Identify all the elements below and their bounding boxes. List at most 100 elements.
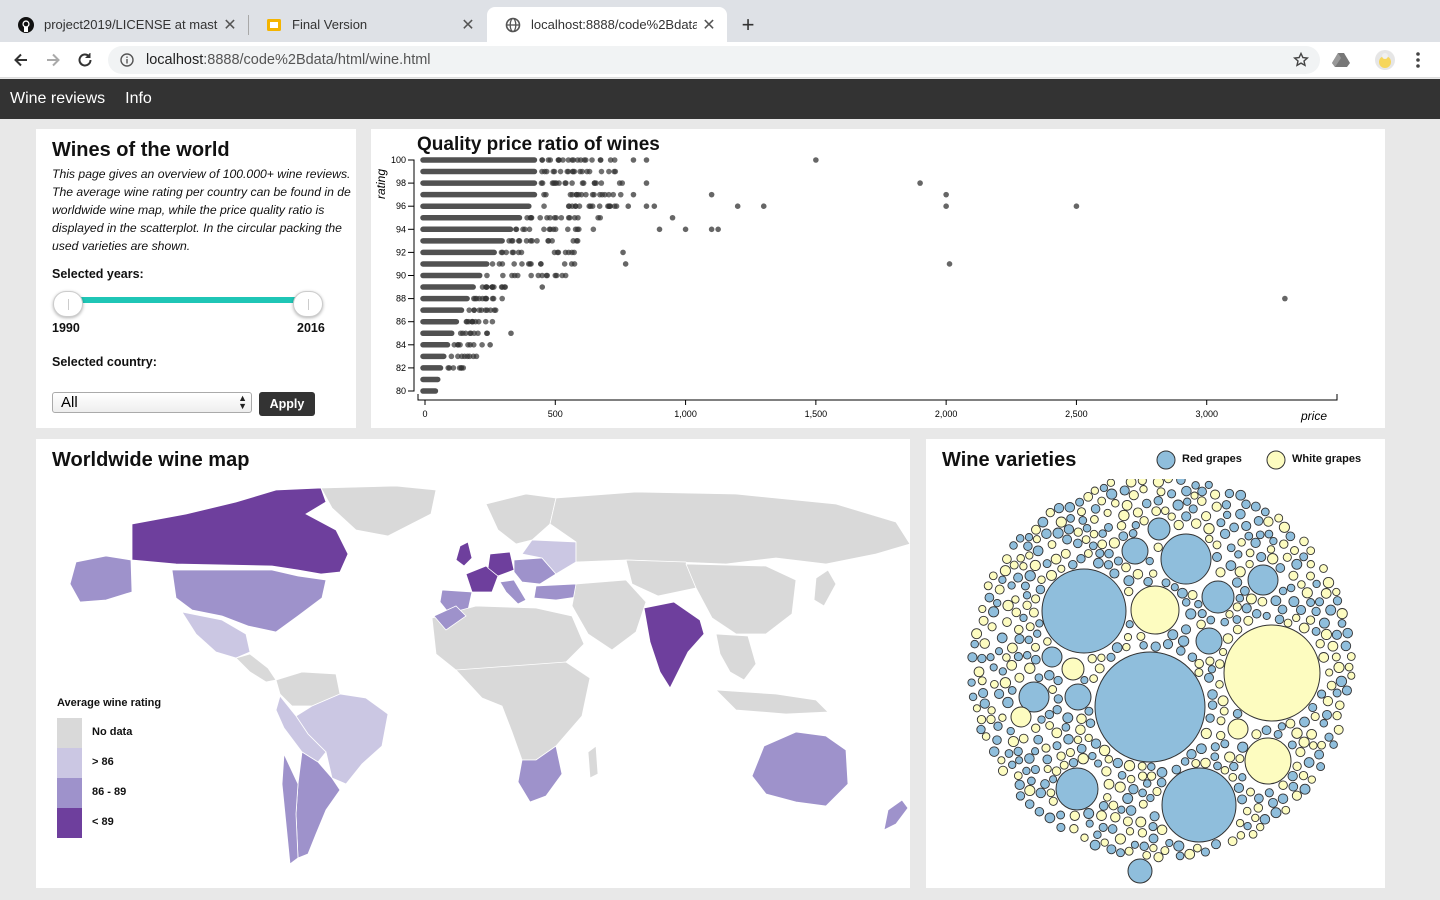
white-variety-bubble[interactable]	[1002, 653, 1011, 662]
red-variety-bubble[interactable]	[1269, 536, 1278, 546]
red-variety-bubble[interactable]	[1161, 767, 1237, 843]
white-variety-bubble[interactable]	[1126, 774, 1136, 784]
red-variety-bubble[interactable]	[978, 688, 989, 699]
white-variety-bubble[interactable]	[1149, 843, 1158, 853]
red-variety-bubble[interactable]	[1117, 770, 1127, 780]
white-variety-bubble[interactable]	[1090, 486, 1099, 495]
red-variety-bubble[interactable]	[1241, 603, 1252, 614]
white-variety-bubble[interactable]	[1104, 755, 1114, 764]
red-variety-bubble[interactable]	[1122, 793, 1134, 804]
white-variety-bubble[interactable]	[1076, 713, 1087, 725]
red-variety-bubble[interactable]	[1229, 522, 1239, 533]
white-variety-bubble[interactable]	[1332, 587, 1341, 597]
white-variety-bubble[interactable]	[1248, 829, 1258, 839]
white-variety-bubble[interactable]	[986, 714, 996, 725]
red-variety-bubble[interactable]	[1145, 556, 1154, 566]
red-variety-bubble[interactable]	[1172, 499, 1184, 511]
white-variety-bubble[interactable]	[1245, 559, 1254, 569]
white-variety-bubble[interactable]	[976, 714, 987, 725]
white-variety-bubble[interactable]	[987, 622, 997, 632]
white-variety-bubble[interactable]	[1315, 639, 1325, 649]
white-variety-bubble[interactable]	[1237, 538, 1246, 547]
white-variety-bubble[interactable]	[1002, 554, 1012, 564]
white-variety-bubble[interactable]	[1075, 724, 1086, 735]
red-variety-bubble[interactable]	[1156, 767, 1168, 778]
red-variety-bubble[interactable]	[1259, 814, 1271, 825]
red-variety-bubble[interactable]	[1034, 806, 1045, 817]
red-variety-bubble[interactable]	[1176, 479, 1186, 485]
red-variety-bubble[interactable]	[1013, 572, 1024, 583]
red-variety-bubble[interactable]	[968, 692, 978, 702]
red-variety-bubble[interactable]	[1052, 741, 1062, 751]
white-variety-bubble[interactable]	[1132, 568, 1144, 580]
red-variety-bubble[interactable]	[1106, 844, 1117, 855]
red-variety-bubble[interactable]	[1056, 822, 1066, 832]
white-variety-bubble[interactable]	[1306, 546, 1316, 556]
white-variety-bubble[interactable]	[1142, 850, 1152, 860]
red-variety-bubble[interactable]	[1180, 624, 1192, 635]
white-variety-bubble[interactable]	[990, 679, 999, 689]
red-variety-bubble[interactable]	[1037, 715, 1046, 724]
red-variety-bubble[interactable]	[1241, 520, 1252, 532]
red-variety-bubble[interactable]	[1066, 514, 1075, 523]
white-variety-bubble[interactable]	[1090, 515, 1099, 524]
white-variety-bubble[interactable]	[1024, 662, 1036, 674]
red-variety-bubble[interactable]	[1035, 584, 1046, 595]
red-variety-bubble[interactable]	[1034, 673, 1044, 683]
red-variety-bubble[interactable]	[1324, 732, 1334, 742]
red-variety-bubble[interactable]	[970, 639, 979, 649]
white-variety-bubble[interactable]	[1025, 622, 1035, 632]
red-variety-bubble[interactable]	[1250, 501, 1261, 512]
white-variety-bubble[interactable]	[1333, 724, 1344, 735]
red-variety-bubble[interactable]	[1332, 688, 1342, 698]
red-variety-bubble[interactable]	[1104, 522, 1113, 532]
red-variety-bubble[interactable]	[1015, 534, 1025, 543]
red-variety-bubble[interactable]	[1270, 595, 1282, 607]
red-variety-bubble[interactable]	[1261, 725, 1272, 736]
red-variety-bubble[interactable]	[1251, 609, 1262, 619]
white-variety-bubble[interactable]	[1011, 607, 1022, 618]
white-variety-bubble[interactable]	[1046, 569, 1057, 581]
white-variety-bubble[interactable]	[1251, 813, 1260, 823]
white-variety-bubble[interactable]	[1048, 685, 1058, 694]
red-variety-bubble[interactable]	[1247, 564, 1279, 596]
red-variety-bubble[interactable]	[1244, 531, 1254, 541]
white-variety-bubble[interactable]	[1197, 496, 1207, 506]
red-variety-bubble[interactable]	[1020, 581, 1030, 591]
red-variety-bubble[interactable]	[1180, 757, 1190, 766]
red-variety-bubble[interactable]	[1041, 568, 1127, 654]
year-max-handle[interactable]	[293, 291, 323, 317]
red-variety-bubble[interactable]	[993, 598, 1002, 608]
red-variety-bubble[interactable]	[1325, 604, 1337, 616]
red-variety-bubble[interactable]	[1207, 689, 1218, 700]
red-variety-bubble[interactable]	[1162, 639, 1174, 650]
red-variety-bubble[interactable]	[989, 663, 998, 672]
red-variety-bubble[interactable]	[1075, 497, 1085, 507]
white-variety-bubble[interactable]	[1212, 540, 1222, 550]
white-variety-bubble[interactable]	[1128, 490, 1139, 501]
red-variety-bubble[interactable]	[1056, 810, 1066, 820]
red-variety-bubble[interactable]	[1073, 538, 1083, 549]
red-variety-bubble[interactable]	[1311, 606, 1321, 617]
white-variety-bubble[interactable]	[1007, 735, 1019, 748]
white-variety-bubble[interactable]	[999, 565, 1011, 577]
white-variety-bubble[interactable]	[1029, 559, 1041, 571]
white-variety-bubble[interactable]	[1223, 624, 1321, 722]
red-variety-bubble[interactable]	[1078, 516, 1088, 525]
white-variety-bubble[interactable]	[1190, 491, 1199, 500]
red-variety-bubble[interactable]	[1260, 507, 1270, 517]
red-variety-bubble[interactable]	[1231, 577, 1243, 588]
red-variety-bubble[interactable]	[1153, 496, 1164, 506]
red-variety-bubble[interactable]	[1104, 548, 1114, 559]
white-variety-bubble[interactable]	[1298, 736, 1310, 748]
white-variety-bubble[interactable]	[1161, 506, 1170, 515]
white-variety-bubble[interactable]	[1110, 812, 1121, 823]
red-variety-bubble[interactable]	[1008, 760, 1017, 769]
red-variety-bubble[interactable]	[1160, 533, 1212, 585]
red-variety-bubble[interactable]	[1237, 741, 1249, 753]
red-variety-bubble[interactable]	[1317, 689, 1327, 699]
white-variety-bubble[interactable]	[1346, 652, 1356, 661]
white-variety-bubble[interactable]	[1215, 567, 1226, 578]
red-variety-bubble[interactable]	[1287, 740, 1297, 750]
white-variety-bubble[interactable]	[1043, 637, 1052, 646]
